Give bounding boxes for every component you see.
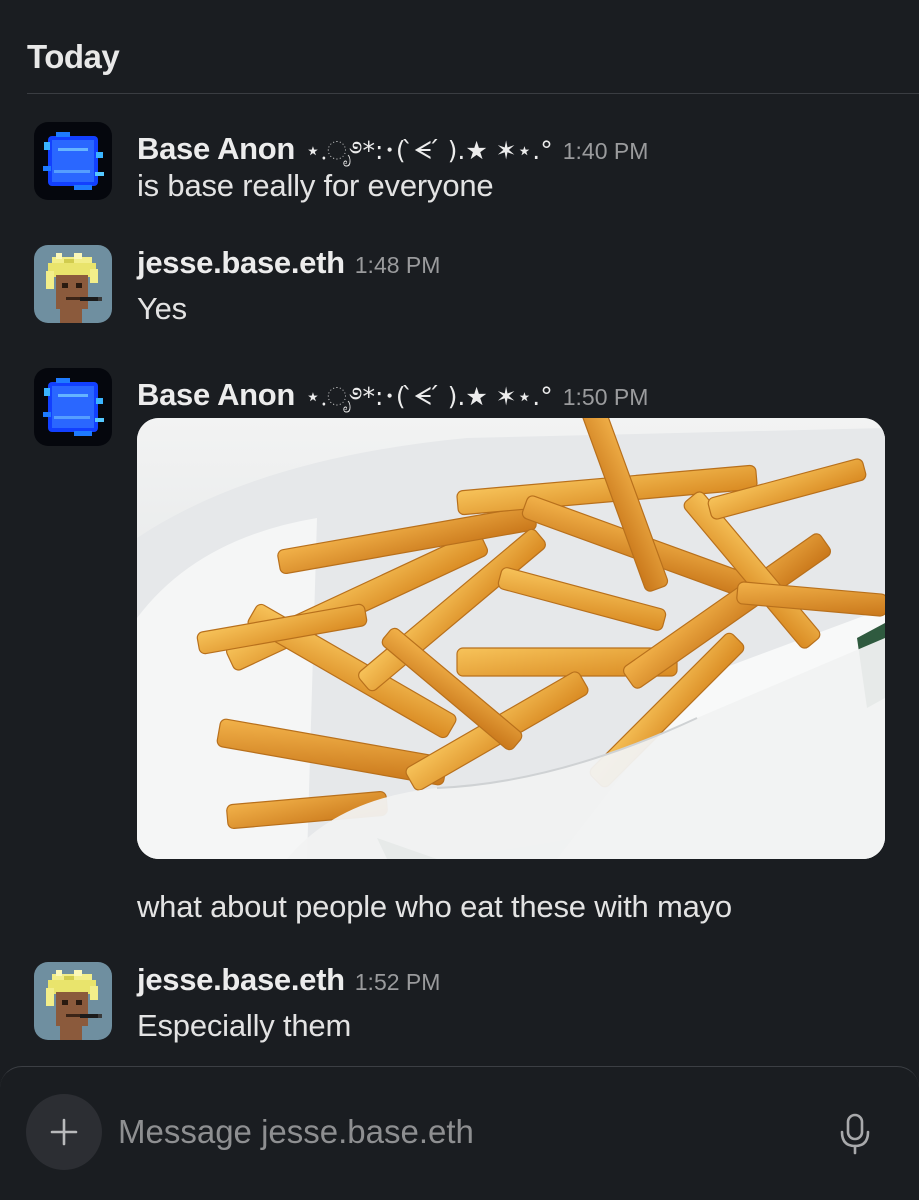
day-divider [27,93,919,94]
sender-name[interactable]: jesse.base.eth [137,962,345,998]
message-timestamp: 1:48 PM [354,252,441,278]
add-attachment-button[interactable] [26,1094,102,1170]
day-header: Today [27,38,120,75]
pixel-punk-avatar-icon [34,962,112,1040]
message-timestamp: 1:40 PM [562,138,649,164]
microphone-button[interactable] [837,1112,873,1156]
message-timestamp: 1:50 PM [562,384,649,410]
french-fries-photo [137,418,885,859]
conversation-screen: Today Base Anon ⋆.ೃ࿔*:･( ̀ᗕ ́ ).★ ✶⋆.° 1… [0,0,919,1200]
message-text: what about people who eat these with may… [137,889,732,924]
glitch-avatar-icon [34,122,112,200]
message-text: Especially them [137,1008,352,1043]
sender-name[interactable]: jesse.base.eth [137,245,345,281]
microphone-icon [840,1113,870,1155]
avatar[interactable] [34,122,112,200]
image-attachment[interactable] [137,418,885,859]
message-timestamp: 1:52 PM [354,969,441,995]
avatar[interactable] [34,245,112,323]
avatar[interactable] [34,368,112,446]
message-composer [0,1066,919,1200]
avatar[interactable] [34,962,112,1040]
message-input[interactable] [118,1107,798,1157]
pixel-punk-avatar-icon [34,245,112,323]
message-text: Yes [137,291,187,326]
sender-name[interactable]: Base Anon [137,131,295,167]
plus-icon [50,1118,78,1146]
glitch-avatar-icon [34,368,112,446]
sender-name[interactable]: Base Anon [137,377,295,413]
